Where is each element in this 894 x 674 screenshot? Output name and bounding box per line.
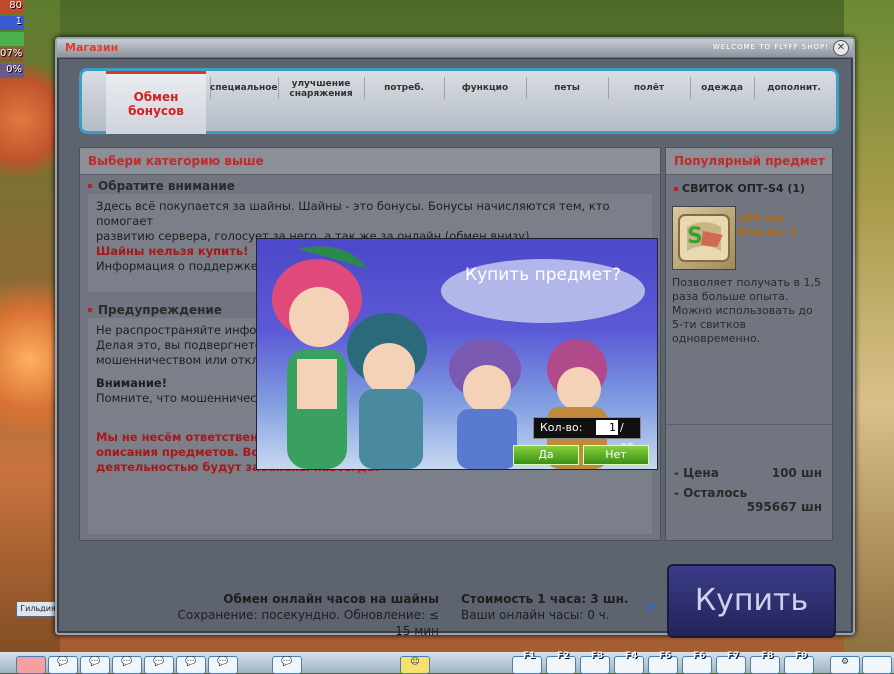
tab-divider [278,77,279,99]
extra-slot[interactable] [862,656,892,674]
exchange-title: Обмен онлайн часов на шайны [223,592,439,606]
popular-item-panel: Популярный предмет СВИТОК ОПТ-S4 (1) S 1… [665,147,833,541]
hud-mp: 1 [0,16,24,30]
chat-slot[interactable]: 💬 [112,656,142,674]
remaining-row: - Осталось 595667 шн [674,486,822,514]
hud-exp: 07% [0,48,24,62]
purchase-dialog: Купить предмет? Кол-во: / 99 Да Нет [256,238,658,470]
tab-special[interactable]: специальное [210,83,278,93]
tab-divider [526,77,527,99]
tab-bonus-exchange[interactable]: Обмен бонусов [106,71,206,134]
hud-stats: 80 1 07% 0% [0,0,24,80]
tab-upgrade-equipment[interactable]: улучшение снаряжения [280,79,362,99]
game-background-left [0,0,60,673]
tab-divider [444,77,445,99]
window-title: Магазин [65,41,119,54]
exchange-cost: Стоимость 1 часа: 3 шн. Ваши онлайн часы… [461,591,641,623]
divider [666,424,832,425]
tab-pets[interactable]: петы [528,83,606,93]
titlebar[interactable]: Магазин WELCOME TO FLYFF SHOP! ✕ [57,39,853,58]
quantity-label: Кол-во: [540,421,583,434]
tab-divider [754,77,755,99]
exchange-subtitle: Сохранение: посекундно. Обновление: ≤ 15… [177,608,439,638]
chat-slot[interactable]: 💬 [272,656,302,674]
hotbar: 💬 💬 💬 💬 💬 💬 💬 ☺ F1 F2 F3 F4 F5 F6 F7 F8 … [0,651,894,674]
item-name: СВИТОК ОПТ-S4 (1) [674,182,805,195]
chat-slot[interactable]: 💬 [144,656,174,674]
menu-button[interactable] [16,656,46,674]
quantity-box: Кол-во: / 99 [533,417,641,454]
hud-exp2: 0% [0,64,24,78]
tab-functional[interactable]: функцио [446,83,524,93]
info-panel-heading: Выбери категорию выше [80,148,660,175]
quantity-input[interactable] [596,420,618,435]
skill-slot[interactable]: F3 [580,651,610,674]
hour-cost: Стоимость 1 часа: 3 шн. [461,592,629,606]
skill-slot[interactable]: F5 [648,651,678,674]
chat-slot[interactable]: 💬 [176,656,206,674]
emote-slot[interactable]: ☺ [400,656,430,674]
buy-button[interactable]: Купить [667,564,836,638]
popular-item-heading: Популярный предмет [666,148,832,175]
tab-flight[interactable]: полёт [610,83,688,93]
skill-slot[interactable]: F4 [614,651,644,674]
exchange-info: Обмен онлайн часов на шайны Сохранение: … [159,591,439,639]
tab-divider [364,77,365,99]
skill-slot[interactable]: F7 [716,651,746,674]
item-description: Позволяет получать в 1,5 раза больше опы… [672,276,821,345]
tab-divider [690,77,691,99]
chat-slot[interactable]: 💬 [48,656,78,674]
skill-slot[interactable]: F2 [546,651,576,674]
skill-slot[interactable]: F1 [512,651,542,674]
yes-button[interactable]: Да [513,445,579,465]
notice-title: Обратите внимание [88,178,652,194]
chat-slot[interactable]: 💬 [80,656,110,674]
tab-additional[interactable]: дополнит. [756,83,832,93]
item-quantity: Кол-во: 1 [738,226,798,239]
category-tabs: Обмен бонусов специальное улучшение снар… [79,68,839,134]
notice-line: Здесь всё покупается за шайны. Шайны - э… [96,199,610,228]
hud-hp: 80 [0,0,24,14]
price-row: - Цена 100 шн [674,466,822,480]
skill-slot[interactable]: F9 [784,651,814,674]
skill-slot[interactable]: F8 [750,651,780,674]
refresh-icon[interactable]: ⟳ [645,600,657,616]
close-button[interactable]: ✕ [833,40,849,56]
svg-text:S: S [687,224,703,249]
online-hours: Ваши онлайн часы: 0 ч. [461,608,610,622]
chat-slot[interactable]: 💬 [208,656,238,674]
item-price-info: 100 шн Кол-во: 1 [738,210,798,240]
skill-slot[interactable]: F6 [682,651,712,674]
scroll-item-icon[interactable]: S [672,206,736,270]
tab-consumables[interactable]: потреб. [366,83,442,93]
tab-clothing[interactable]: одежда [692,83,752,93]
settings-slot[interactable]: ⚙ [830,656,860,674]
item-price: 100 шн [738,211,785,224]
guild-button[interactable]: Гильдия [16,601,60,617]
window-subtitle: WELCOME TO FLYFF SHOP! [712,43,829,51]
no-button[interactable]: Нет [583,445,649,465]
tab-divider [608,77,609,99]
hud-fp [0,32,24,46]
